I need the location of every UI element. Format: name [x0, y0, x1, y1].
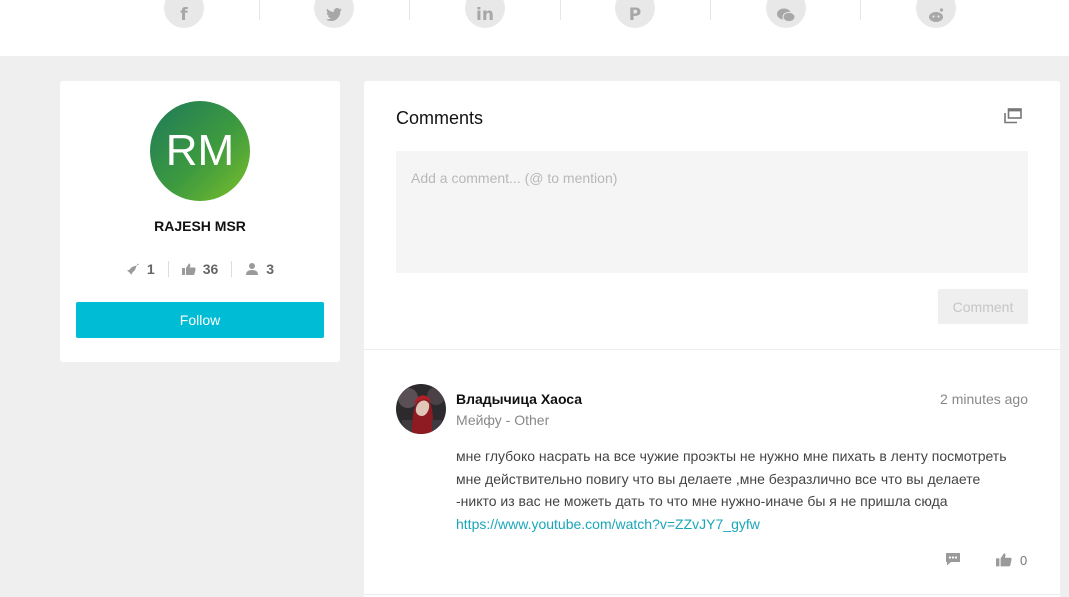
- stat-projects-count: 1: [146, 261, 155, 277]
- stat-likes-count: 36: [202, 261, 219, 277]
- comment-submit-button[interactable]: Comment: [938, 289, 1028, 324]
- linkedin-icon[interactable]: in: [465, 0, 505, 28]
- stat-followers: 3: [231, 261, 287, 277]
- share-divider: [409, 0, 410, 20]
- share-divider: [860, 0, 861, 20]
- reddit-alien-icon: [929, 8, 944, 22]
- comments-panel: Comments Comment Владычица Хаоса Мейфу -…: [364, 81, 1060, 597]
- facebook-icon[interactable]: f: [164, 0, 204, 28]
- comments-title: Comments: [396, 108, 484, 128]
- share-divider: [259, 0, 260, 20]
- divider: [364, 594, 1060, 595]
- comment-timestamp: 2 minutes ago: [940, 391, 1028, 407]
- comment-author-subtitle: Мейфу - Other: [456, 412, 550, 428]
- avatar[interactable]: RM: [150, 101, 250, 201]
- stat-followers-count: 3: [266, 261, 275, 277]
- stat-projects: 1: [113, 261, 168, 277]
- share-bar: f in P: [0, 0, 1069, 56]
- reddit-icon[interactable]: [916, 0, 956, 28]
- share-divider: [710, 0, 711, 20]
- avatar-image-icon: [396, 384, 446, 434]
- profile-stats: 1 36 3: [60, 260, 340, 278]
- comment-author-name[interactable]: Владычица Хаоса: [456, 391, 582, 407]
- twitter-bird-icon: [326, 8, 342, 21]
- profile-name[interactable]: RAJESH MSR: [60, 218, 340, 234]
- pinterest-icon[interactable]: P: [615, 0, 655, 28]
- stat-likes: 36: [167, 261, 232, 277]
- wechat-icon[interactable]: [766, 0, 806, 28]
- comment-link[interactable]: https://www.youtube.com/watch?v=ZZvJY7_g…: [456, 516, 760, 532]
- thumbs-up-icon: [181, 263, 196, 275]
- comment-author-avatar[interactable]: [396, 384, 446, 434]
- profile-card: RM RAJESH MSR 1 36 3 Follow: [60, 81, 340, 362]
- comment-text: мне глубоко насрать на все чужие проэкты…: [456, 448, 1007, 509]
- twitter-icon[interactable]: [314, 0, 354, 28]
- like-icon[interactable]: [996, 552, 1012, 567]
- reply-icon[interactable]: [945, 552, 961, 566]
- user-icon: [246, 263, 259, 275]
- follow-button[interactable]: Follow: [76, 302, 324, 338]
- wechat-bubbles-icon: [777, 8, 795, 22]
- comment-input[interactable]: [396, 151, 1028, 273]
- share-divider: [560, 0, 561, 20]
- divider: [364, 349, 1060, 350]
- rocket-icon: [126, 263, 139, 275]
- comment-body: мне глубоко насрать на все чужие проэкты…: [456, 445, 1016, 535]
- like-count: 0: [1020, 553, 1028, 568]
- popout-window-icon[interactable]: [1004, 108, 1022, 124]
